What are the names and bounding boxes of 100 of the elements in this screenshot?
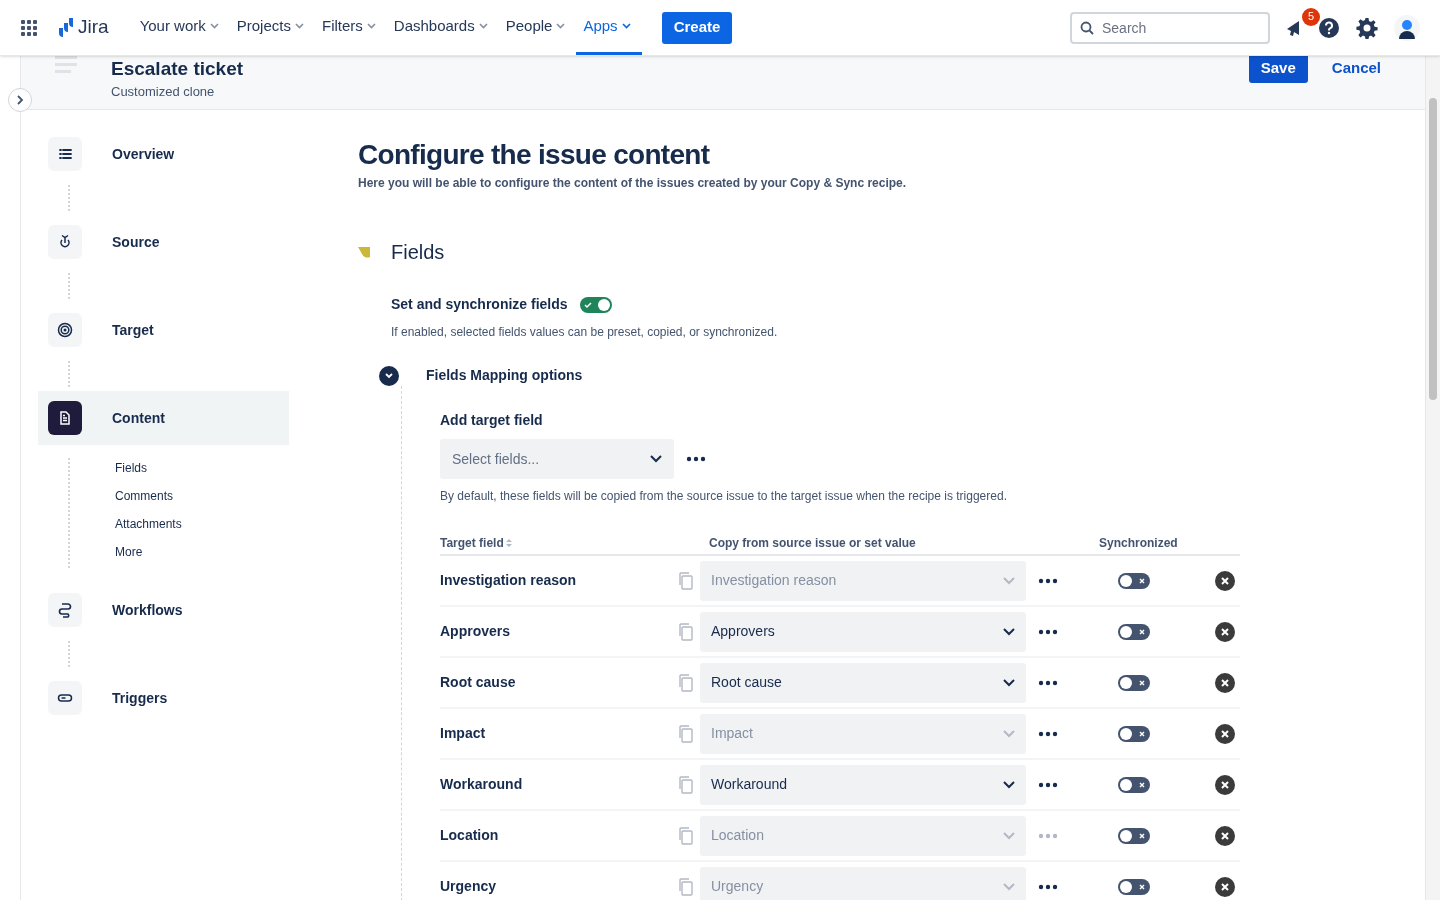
notification-badge: 5 xyxy=(1302,7,1320,26)
close-icon xyxy=(1139,730,1145,737)
close-icon xyxy=(1139,781,1145,788)
select-fields-dropdown[interactable]: Select fields... xyxy=(440,439,674,479)
more-icon[interactable] xyxy=(686,456,706,462)
more-icon[interactable] xyxy=(1038,679,1058,686)
help-icon[interactable] xyxy=(1318,16,1340,39)
sync-help-text: If enabled, selected fields values can be preset, copied, or synchronized. xyxy=(391,324,779,341)
table-cell-text: Approvers xyxy=(440,622,512,641)
column-header: Synchronized xyxy=(1099,536,1178,550)
chevron-down-icon xyxy=(650,455,662,463)
sync-toggle[interactable] xyxy=(1118,623,1150,640)
chevron-down-icon xyxy=(1003,576,1015,585)
check-icon xyxy=(583,300,592,309)
search-icon xyxy=(1080,20,1094,35)
section-title: Configure the issue content xyxy=(358,138,711,172)
more-icon[interactable] xyxy=(1038,883,1058,890)
more-icon[interactable] xyxy=(1038,628,1058,635)
expand-sidebar-button[interactable] xyxy=(8,88,32,112)
nav-item[interactable]: Dashboards xyxy=(386,0,499,55)
table-cell-text: Root cause xyxy=(440,673,517,692)
sync-toggle[interactable] xyxy=(1118,674,1150,691)
chevron-down-icon xyxy=(621,23,631,29)
chevron-down-icon xyxy=(1003,678,1015,687)
sync-label: Set and synchronize fields xyxy=(391,295,568,314)
sidebar-subitem[interactable]: Comments xyxy=(115,486,182,506)
sync-toggle[interactable] xyxy=(1118,878,1150,895)
sidebar-item[interactable]: Target xyxy=(38,303,289,357)
sidebar-item[interactable]: Content xyxy=(38,391,289,445)
sidebar-subitem[interactable]: Fields xyxy=(115,458,182,478)
app-switcher-icon[interactable] xyxy=(20,18,38,37)
more-icon[interactable] xyxy=(1038,781,1058,788)
flag-icon xyxy=(358,245,372,259)
nav-item[interactable]: Filters xyxy=(314,0,387,55)
remove-icon[interactable] xyxy=(1215,876,1235,897)
chevron-right-icon xyxy=(16,95,24,105)
page-subtitle: Customized clone xyxy=(111,83,216,101)
workflow-icon xyxy=(57,602,73,618)
chevron-down-icon xyxy=(385,372,393,379)
column-header[interactable]: Target field xyxy=(440,534,504,552)
chevron-down-icon xyxy=(1003,627,1015,636)
sync-toggle[interactable] xyxy=(1118,827,1150,844)
remove-icon[interactable] xyxy=(1215,723,1235,744)
cancel-button[interactable]: Cancel xyxy=(1319,56,1393,83)
save-button[interactable]: Save xyxy=(1248,56,1308,83)
close-icon xyxy=(1139,832,1145,839)
nav-item[interactable]: Your work xyxy=(132,0,230,55)
target-icon xyxy=(57,322,73,338)
remove-icon[interactable] xyxy=(1215,825,1235,846)
nav-item[interactable]: People xyxy=(498,0,577,55)
close-icon xyxy=(1139,883,1145,890)
add-target-field-label: Add target field xyxy=(440,411,544,430)
list-icon xyxy=(57,146,73,162)
add-field-help-text: By default, these fields will be copied from the source issue to the target issue when the recipe is triggered. xyxy=(440,488,1008,505)
sidebar-subitem[interactable]: More xyxy=(115,542,182,562)
remove-icon[interactable] xyxy=(1215,774,1235,795)
settings-icon[interactable] xyxy=(1356,16,1378,39)
mapping-options-label: Fields Mapping options xyxy=(426,366,583,385)
sync-toggle[interactable] xyxy=(1118,725,1150,742)
chevron-down-icon xyxy=(209,23,219,29)
remove-icon[interactable] xyxy=(1215,672,1235,693)
sidebar-item[interactable]: Source xyxy=(38,215,289,269)
avatar-icon[interactable] xyxy=(1394,14,1420,41)
sidebar-subitem[interactable]: Attachments xyxy=(115,514,182,534)
more-icon[interactable] xyxy=(1038,577,1058,584)
section-description: Here you will be able to configure the content of the issues created by your Copy & Sync recipe. xyxy=(358,175,908,192)
table-cell-text: Investigation reason xyxy=(440,571,578,590)
remove-icon[interactable] xyxy=(1215,621,1235,642)
page-title: Escalate ticket xyxy=(111,57,244,81)
remove-icon[interactable] xyxy=(1215,570,1235,591)
chevron-down-icon xyxy=(1003,729,1015,738)
value-dropdown[interactable]: Root cause xyxy=(700,662,1026,703)
chevron-down-icon xyxy=(478,23,488,29)
sync-toggle[interactable] xyxy=(1118,572,1150,589)
create-button[interactable]: Create xyxy=(661,11,733,44)
value-dropdown[interactable]: Approvers xyxy=(700,611,1026,652)
chevron-down-icon xyxy=(1003,780,1015,789)
table-cell-text: Location xyxy=(440,826,500,845)
search-field[interactable]: Search xyxy=(1070,11,1270,44)
scrollbar-thumb[interactable] xyxy=(1429,98,1437,400)
table-cell-text: Workaround xyxy=(440,775,524,794)
sync-toggle[interactable] xyxy=(579,296,612,313)
fields-heading: Fields xyxy=(391,240,445,265)
more-icon[interactable] xyxy=(1038,730,1058,737)
chevron-down-icon xyxy=(366,23,376,29)
sidebar-item[interactable]: Workflows xyxy=(38,583,289,637)
close-icon xyxy=(1139,577,1145,584)
table-cell-text: Urgency xyxy=(440,877,498,896)
table-cell-text: Impact xyxy=(440,724,487,743)
sync-toggle[interactable] xyxy=(1118,776,1150,793)
collapse-button[interactable] xyxy=(379,365,399,386)
nav-item[interactable]: Projects xyxy=(229,0,315,55)
chevron-down-icon xyxy=(294,23,304,29)
close-icon xyxy=(1139,679,1145,686)
value-dropdown[interactable]: Workaround xyxy=(700,764,1026,805)
sidebar-item[interactable]: Triggers xyxy=(38,671,289,725)
sidebar-item[interactable]: Overview xyxy=(38,127,289,181)
close-icon xyxy=(1139,628,1145,635)
logo-text[interactable]: Jira xyxy=(78,13,109,42)
chevron-down-icon xyxy=(556,23,566,29)
